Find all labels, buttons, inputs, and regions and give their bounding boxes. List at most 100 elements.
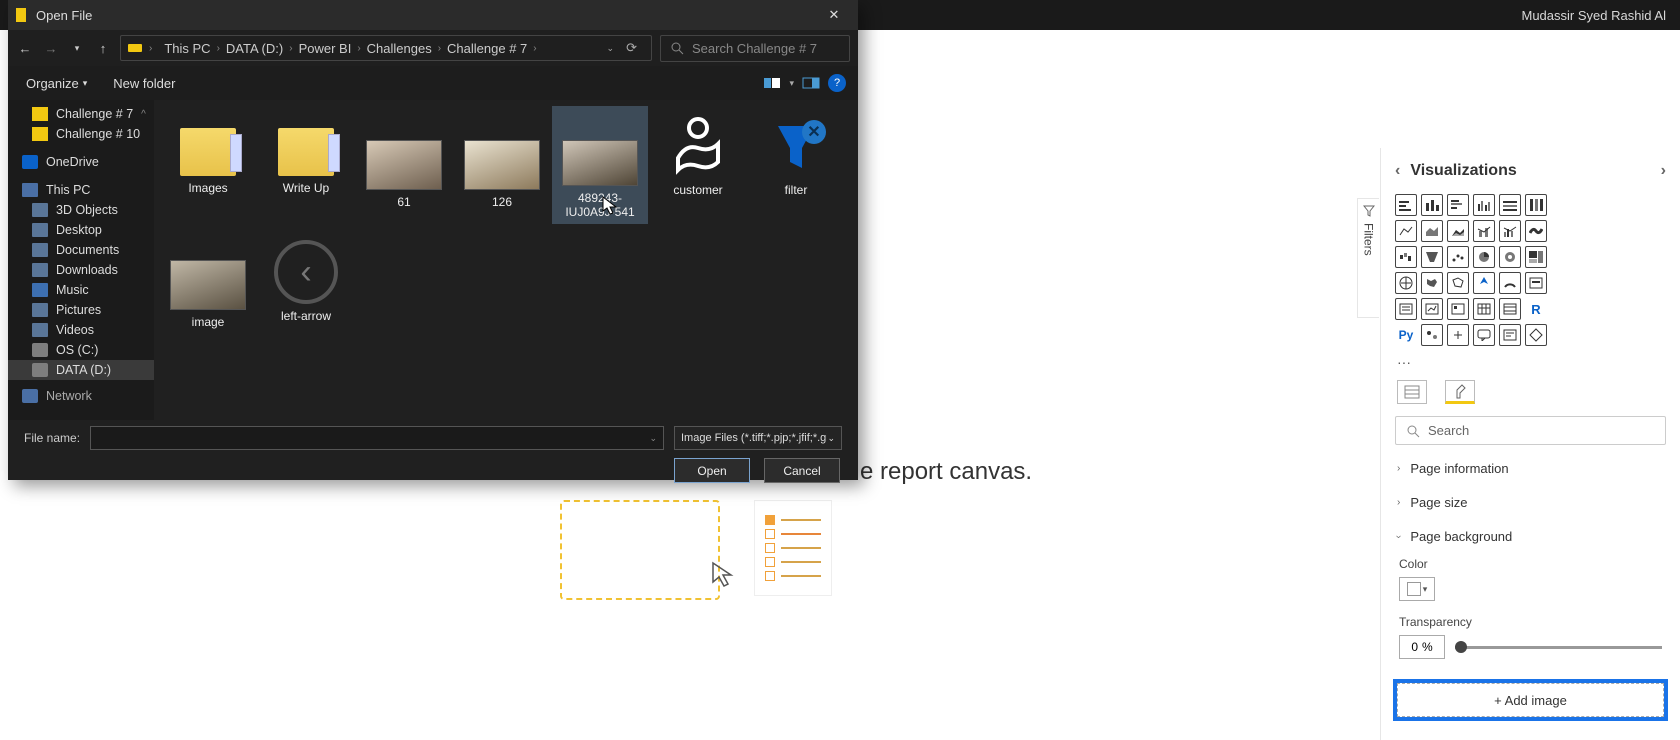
tree-videos[interactable]: Videos [8, 320, 154, 340]
viz-more-icon[interactable]: ··· [1381, 352, 1680, 380]
viz-area-icon[interactable] [1421, 220, 1443, 242]
file-filter[interactable]: ✕filter [748, 106, 844, 224]
close-button[interactable]: ✕ [816, 2, 852, 28]
transparency-slider[interactable] [1455, 646, 1662, 649]
viz-multirow-card-icon[interactable] [1395, 298, 1417, 320]
file-image[interactable]: image [160, 226, 256, 344]
preview-pane-button[interactable] [800, 73, 822, 93]
nav-recent-dropdown[interactable]: ▾ [68, 43, 86, 54]
page-background-section[interactable]: ›Page background [1381, 519, 1680, 553]
help-button[interactable]: ? [828, 74, 846, 92]
format-tab[interactable] [1445, 380, 1475, 404]
crumb-powerbi[interactable]: Power BI [299, 41, 352, 56]
viz-decomposition-icon[interactable] [1447, 324, 1469, 346]
dialog-title: Open File [36, 8, 92, 23]
tree-data-d[interactable]: DATA (D:) [8, 360, 154, 380]
open-button[interactable]: Open [674, 458, 750, 483]
viz-scatter-icon[interactable] [1447, 246, 1469, 268]
tree-pictures[interactable]: Pictures [8, 300, 154, 320]
tree-desktop[interactable]: Desktop [8, 220, 154, 240]
viz-r-script-icon[interactable]: R [1525, 298, 1547, 320]
viz-slicer-icon[interactable] [1447, 298, 1469, 320]
filename-input[interactable]: ⌄ [90, 426, 664, 450]
crumb-thispc[interactable]: This PC [164, 41, 210, 56]
transparency-value-input[interactable]: 0% [1399, 635, 1445, 659]
page-information-section[interactable]: ›Page information [1381, 451, 1680, 485]
view-mode-dropdown[interactable]: ▾ [789, 78, 794, 89]
viz-filled-map-icon[interactable] [1421, 272, 1443, 294]
viz-line-stacked-column-icon[interactable] [1473, 220, 1495, 242]
cancel-button[interactable]: Cancel [764, 458, 840, 483]
filters-collapsed-tab[interactable]: Filters [1357, 198, 1379, 318]
viz-donut-icon[interactable] [1499, 246, 1521, 268]
search-placeholder-text: Search Challenge # 7 [692, 41, 817, 56]
dialog-search-input[interactable]: Search Challenge # 7 [660, 35, 850, 62]
file-left-arrow[interactable]: ‹left-arrow [258, 226, 354, 344]
fields-tab[interactable] [1397, 380, 1427, 404]
viz-clustered-column-icon[interactable] [1473, 194, 1495, 216]
refresh-button[interactable]: ⟳ [626, 40, 637, 56]
nav-back-button[interactable]: ← [16, 41, 34, 56]
file-customer[interactable]: customer [650, 106, 746, 224]
viz-gauge-icon[interactable] [1499, 272, 1521, 294]
file-images-folder[interactable]: Images [160, 106, 256, 224]
file-489243[interactable]: 489243-IUJ0A9J-541 [552, 106, 648, 224]
nav-forward-button[interactable]: → [42, 41, 60, 56]
viz-card-icon[interactable] [1525, 272, 1547, 294]
filetype-select[interactable]: Image Files (*.tiff;*.pjp;*.jfif;*.gi⌄ [674, 426, 842, 450]
viz-pie-icon[interactable] [1473, 246, 1495, 268]
viz-table-icon[interactable] [1473, 298, 1495, 320]
tree-thispc[interactable]: This PC [8, 180, 154, 200]
viz-map-icon[interactable] [1395, 272, 1417, 294]
viz-stacked-area-icon[interactable] [1447, 220, 1469, 242]
viz-stacked-column-icon[interactable] [1421, 194, 1443, 216]
viz-qa-icon[interactable] [1473, 324, 1495, 346]
color-picker-button[interactable]: ▾ [1399, 577, 1435, 601]
add-image-button[interactable]: + Add image [1397, 683, 1664, 717]
viz-azure-map-icon[interactable] [1473, 272, 1495, 294]
viz-funnel-icon[interactable] [1421, 246, 1443, 268]
file-126[interactable]: 126 [454, 106, 550, 224]
tree-network[interactable]: Network [8, 386, 154, 406]
page-size-section[interactable]: ›Page size [1381, 485, 1680, 519]
drive-icon [127, 41, 143, 55]
breadcrumb-dropdown[interactable]: ⌄ [607, 43, 615, 54]
crumb-challenges[interactable]: Challenges [367, 41, 432, 56]
viz-waterfall-icon[interactable] [1395, 246, 1417, 268]
format-search-input[interactable]: Search [1395, 416, 1666, 445]
tree-challenge10[interactable]: Challenge # 10 [8, 124, 154, 144]
viz-key-influencers-icon[interactable] [1421, 324, 1443, 346]
viz-shape-map-icon[interactable] [1447, 272, 1469, 294]
organize-button[interactable]: Organize ▾ [20, 72, 93, 95]
tree-downloads[interactable]: Downloads [8, 260, 154, 280]
view-mode-button[interactable] [761, 73, 783, 93]
tree-3dobjects[interactable]: 3D Objects [8, 200, 154, 220]
viz-python-icon[interactable]: Py [1395, 324, 1417, 346]
viz-treemap-icon[interactable] [1525, 246, 1547, 268]
viz-100-stacked-bar-icon[interactable] [1499, 194, 1521, 216]
pane-collapse-left[interactable]: ‹ [1395, 162, 1400, 180]
file-61[interactable]: 61 [356, 106, 452, 224]
tree-os-c[interactable]: OS (C:) [8, 340, 154, 360]
viz-line-icon[interactable] [1395, 220, 1417, 242]
file-writeup-folder[interactable]: Write Up [258, 106, 354, 224]
tree-documents[interactable]: Documents [8, 240, 154, 260]
viz-line-clustered-column-icon[interactable] [1499, 220, 1521, 242]
viz-kpi-icon[interactable] [1421, 298, 1443, 320]
tree-music[interactable]: Music [8, 280, 154, 300]
viz-ribbon-icon[interactable] [1525, 220, 1547, 242]
crumb-data-d[interactable]: DATA (D:) [226, 41, 283, 56]
viz-stacked-bar-icon[interactable] [1395, 194, 1417, 216]
nav-up-button[interactable]: ↑ [94, 41, 112, 56]
viz-100-stacked-column-icon[interactable] [1525, 194, 1547, 216]
viz-matrix-icon[interactable] [1499, 298, 1521, 320]
crumb-challenge7[interactable]: Challenge # 7 [447, 41, 527, 56]
viz-clustered-bar-icon[interactable] [1447, 194, 1469, 216]
new-folder-button[interactable]: New folder [107, 72, 181, 95]
mouse-cursor [602, 196, 618, 216]
pane-expand-right[interactable]: › [1661, 162, 1666, 180]
tree-challenge7[interactable]: Challenge # 7^ [8, 104, 154, 124]
viz-paginated-icon[interactable] [1525, 324, 1547, 346]
tree-onedrive[interactable]: OneDrive [8, 152, 154, 172]
viz-smart-narrative-icon[interactable] [1499, 324, 1521, 346]
